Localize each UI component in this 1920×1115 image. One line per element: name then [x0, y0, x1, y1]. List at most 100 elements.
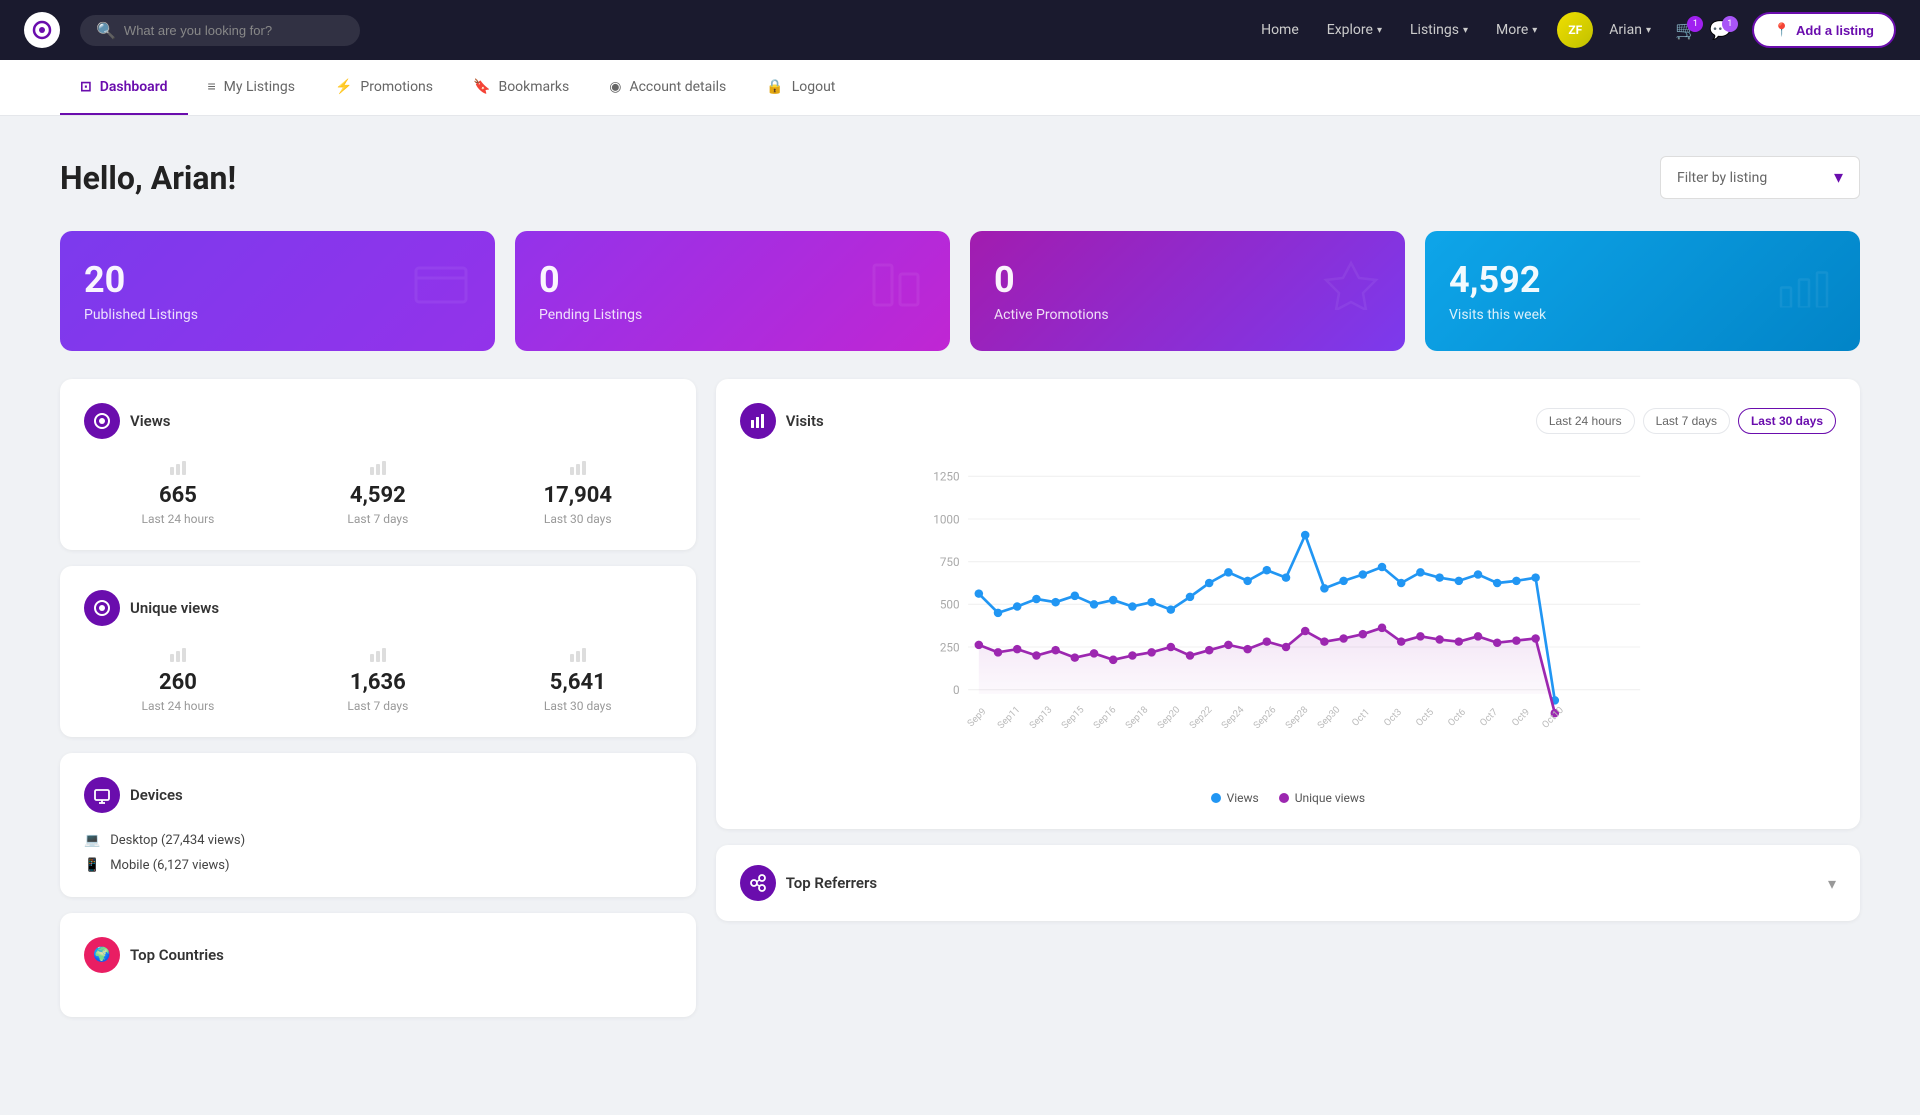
nav-icons: 🛒 1 💬 1 — [1675, 20, 1732, 41]
unique-views-legend-label: Unique views — [1295, 791, 1365, 805]
tab-bookmarks[interactable]: 🔖 Bookmarks — [453, 61, 589, 115]
nav-explore[interactable]: Explore ▾ — [1315, 14, 1394, 46]
visits-chart-title: Visits — [786, 412, 824, 430]
desktop-icon: 💻 — [84, 833, 100, 848]
account-icon: ◉ — [609, 79, 621, 95]
views-24h-value: 665 — [84, 483, 272, 508]
svg-text:Oct6: Oct6 — [1446, 707, 1468, 729]
svg-text:Sep28: Sep28 — [1283, 704, 1310, 731]
unique-views-stat-30d: 5,641 Last 30 days — [484, 646, 672, 713]
svg-text:Oct7: Oct7 — [1478, 707, 1500, 729]
uv-30d-label: Last 30 days — [484, 699, 672, 713]
svg-text:Sep26: Sep26 — [1251, 704, 1278, 731]
device-desktop: 💻 Desktop (27,434 views) — [84, 833, 672, 848]
more-chevron: ▾ — [1532, 25, 1537, 36]
left-column: Views 665 Last 24 hours 4,592 — [60, 379, 696, 1017]
views-7d-label: Last 7 days — [284, 512, 472, 526]
svg-text:1000: 1000 — [933, 512, 959, 526]
views-card: Views 665 Last 24 hours 4,592 — [60, 379, 696, 550]
top-countries-card: 🌍 Top Countries — [60, 913, 696, 1017]
mobile-icon: 📱 — [84, 858, 100, 873]
views-legend-label: Views — [1227, 791, 1259, 805]
devices-title: Devices — [130, 786, 183, 804]
svg-text:750: 750 — [940, 555, 960, 569]
legend-unique-views: Unique views — [1279, 791, 1365, 805]
add-listing-button[interactable]: 📍 Add a listing — [1752, 12, 1896, 48]
unique-views-stats: 260 Last 24 hours 1,636 Last 7 days — [84, 646, 672, 713]
notification-badge: 1 — [1722, 16, 1738, 32]
svg-text:Sep9: Sep9 — [965, 706, 988, 729]
header-row: Hello, Arian! Filter by listing ▾ — [60, 156, 1860, 199]
nav-more[interactable]: More ▾ — [1484, 14, 1549, 46]
logo[interactable] — [24, 12, 60, 48]
nav-arian[interactable]: Arian ▾ — [1597, 14, 1663, 46]
arian-chevron: ▾ — [1646, 25, 1651, 36]
visits-chart-card: Visits Last 24 hours Last 7 days Last 30… — [716, 379, 1860, 829]
tab-dashboard[interactable]: ⊡ Dashboard — [60, 61, 188, 115]
svg-text:Sep20: Sep20 — [1155, 704, 1182, 731]
chart-legend: Views Unique views — [740, 791, 1836, 805]
filter-dropdown[interactable]: Filter by listing ▾ — [1660, 156, 1860, 199]
views-24h-label: Last 24 hours — [84, 512, 272, 526]
unique-views-stat-24h: 260 Last 24 hours — [84, 646, 272, 713]
location-icon: 📍 — [1774, 22, 1790, 38]
visits-chart-container: 1250 1000 750 500 250 0 — [740, 455, 1836, 779]
unique-views-card: Unique views 260 Last 24 hours — [60, 566, 696, 737]
referrers-expand-icon[interactable]: ▾ — [1828, 874, 1836, 893]
pending-icon — [866, 260, 926, 322]
page-title: Hello, Arian! — [60, 159, 236, 197]
referrers-title: Top Referrers — [786, 874, 877, 892]
unique-views-header: Unique views — [84, 590, 672, 626]
unique-views-title: Unique views — [130, 599, 219, 617]
tab-logout[interactable]: 🔒 Logout — [746, 61, 855, 115]
views-legend-dot — [1211, 793, 1221, 803]
desktop-label: Desktop (27,434 views) — [110, 833, 245, 848]
devices-card: Devices 💻 Desktop (27,434 views) 📱 Mobil… — [60, 753, 696, 897]
svg-text:Sep24: Sep24 — [1219, 704, 1246, 731]
device-mobile: 📱 Mobile (6,127 views) — [84, 858, 672, 873]
search-bar[interactable]: 🔍 — [80, 15, 360, 46]
uv-24h-label: Last 24 hours — [84, 699, 272, 713]
views-stat-7d: 4,592 Last 7 days — [284, 459, 472, 526]
tab-account-details[interactable]: ◉ Account details — [589, 61, 746, 115]
notification-icon[interactable]: 💬 1 — [1709, 20, 1731, 41]
svg-text:500: 500 — [940, 598, 960, 612]
uv-24h-value: 260 — [84, 670, 272, 695]
filter-30d[interactable]: Last 30 days — [1738, 408, 1836, 434]
nav-listings[interactable]: Listings ▾ — [1398, 14, 1480, 46]
filter-24h[interactable]: Last 24 hours — [1536, 408, 1635, 434]
cart-icon[interactable]: 🛒 1 — [1675, 20, 1697, 41]
visits-chart-icon — [740, 403, 776, 439]
filter-chevron: ▾ — [1834, 167, 1843, 188]
visits-icon — [1776, 263, 1836, 320]
svg-text:Sep22: Sep22 — [1187, 704, 1214, 731]
views-stat-24h: 665 Last 24 hours — [84, 459, 272, 526]
unique-views-legend-dot — [1279, 793, 1289, 803]
avatar[interactable]: ZF — [1557, 12, 1593, 48]
visits-title-group: Visits — [740, 403, 824, 439]
svg-text:250: 250 — [940, 640, 960, 654]
listings-chevron: ▾ — [1463, 25, 1468, 36]
search-input[interactable] — [124, 23, 344, 38]
svg-text:1250: 1250 — [933, 470, 959, 484]
views-30d-value: 17,904 — [484, 483, 672, 508]
tab-my-listings[interactable]: ≡ My Listings — [188, 60, 315, 115]
published-icon — [411, 260, 471, 322]
visits-header: Visits Last 24 hours Last 7 days Last 30… — [740, 403, 1836, 439]
tab-promotions[interactable]: ⚡ Promotions — [315, 61, 453, 115]
views-icon-circle — [84, 403, 120, 439]
nav-home[interactable]: Home — [1249, 14, 1311, 46]
stat-card-visits: 4,592 Visits this week — [1425, 231, 1860, 351]
filter-label: Filter by listing — [1677, 170, 1767, 186]
stat-card-published: 20 Published Listings — [60, 231, 495, 351]
explore-chevron: ▾ — [1377, 25, 1382, 36]
svg-text:Sep30: Sep30 — [1315, 704, 1342, 731]
unique-views-stat-7d: 1,636 Last 7 days — [284, 646, 472, 713]
uv-7d-value: 1,636 — [284, 670, 472, 695]
uv-7d-label: Last 7 days — [284, 699, 472, 713]
svg-text:Sep15: Sep15 — [1059, 704, 1086, 731]
main-content: Hello, Arian! Filter by listing ▾ 20 Pub… — [0, 116, 1920, 1057]
countries-header: 🌍 Top Countries — [84, 937, 672, 973]
filter-7d[interactable]: Last 7 days — [1643, 408, 1730, 434]
top-referrers-card: Top Referrers ▾ — [716, 845, 1860, 921]
